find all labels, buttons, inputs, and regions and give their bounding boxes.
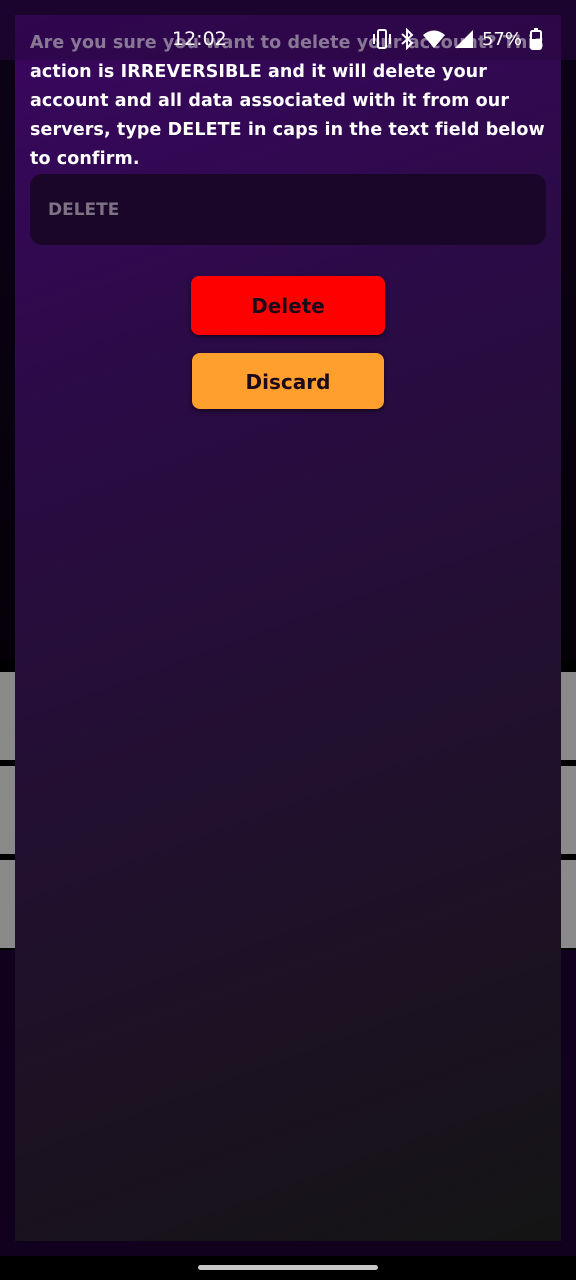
- wifi-icon: [422, 29, 446, 49]
- vibrate-icon: [372, 28, 392, 50]
- status-bar: 12:02 57%: [0, 0, 576, 60]
- status-time: 12:02: [172, 28, 227, 50]
- bluetooth-icon: [400, 28, 414, 50]
- navigation-bar: [0, 1256, 576, 1280]
- delete-button[interactable]: Delete: [191, 276, 385, 335]
- discard-button[interactable]: Discard: [192, 353, 384, 409]
- home-indicator[interactable]: [198, 1265, 378, 1270]
- delete-account-dialog: Are you sure you want to delete your acc…: [15, 15, 561, 1241]
- delete-confirmation-input[interactable]: [30, 174, 546, 245]
- battery-percent: 57%: [481, 28, 522, 50]
- status-icons: 57%: [372, 27, 542, 51]
- cellular-signal-icon: [454, 29, 474, 49]
- screen: Are you sure you want to delete your acc…: [0, 0, 576, 1280]
- battery-icon: [530, 28, 542, 50]
